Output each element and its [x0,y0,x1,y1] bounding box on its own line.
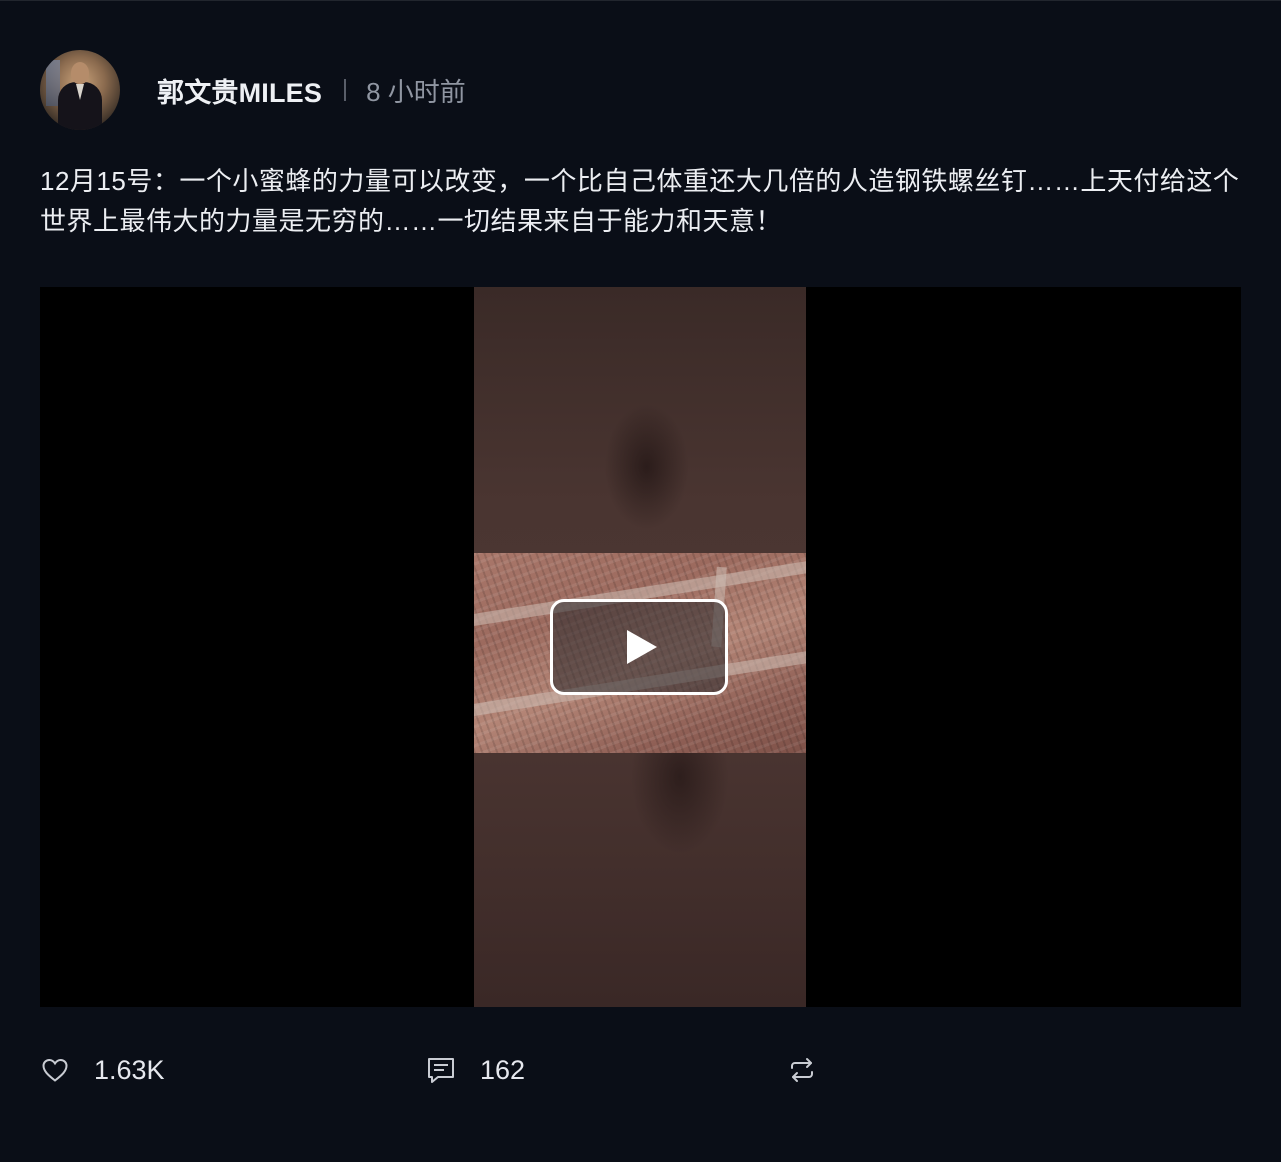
post-timestamp: 8 小时前 [366,76,466,107]
comment-button[interactable]: 162 [426,1047,525,1093]
play-icon [627,630,657,664]
comment-count: 162 [480,1054,526,1085]
post-card: 郭文贵MILES 8 小时前 12月15号：一个小蜜蜂的力量可以改变，一个比自己… [0,0,1281,1162]
like-count: 1.63K [94,1054,165,1085]
repost-button[interactable] [787,1047,817,1093]
post-header: 郭文贵MILES 8 小时前 [40,50,466,130]
author-name[interactable]: 郭文贵MILES [157,71,322,110]
action-bar: 1.63K 162 [40,1047,1241,1093]
post-text: 12月15号：一个小蜜蜂的力量可以改变，一个比自己体重还大几倍的人造钢铁螺丝钉…… [40,166,1240,236]
repost-icon [791,1058,813,1082]
avatar[interactable] [40,50,120,130]
video-player[interactable] [40,287,1241,1007]
heart-icon [42,1058,68,1082]
divider [344,79,347,101]
play-button[interactable] [550,599,728,695]
like-button[interactable]: 1.63K [40,1047,165,1093]
comment-icon [428,1058,454,1083]
